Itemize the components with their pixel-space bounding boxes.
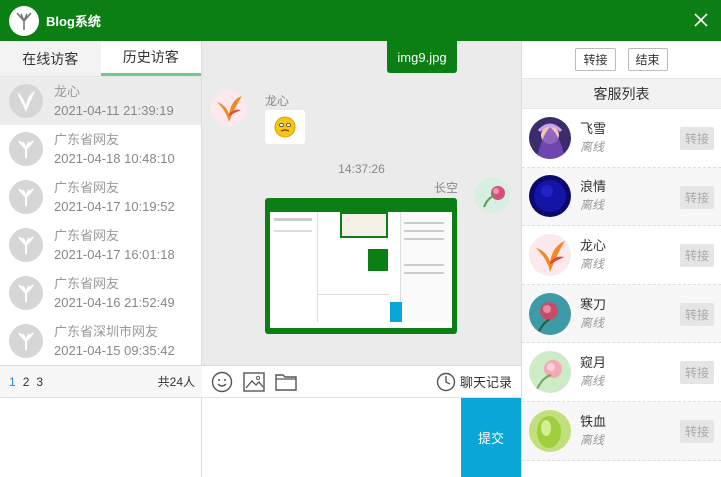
list-item: 铁血 离线 转接 (522, 401, 721, 461)
list-item: 龙心 离线 转接 (522, 226, 721, 285)
agent-name: 飞雪 (580, 120, 607, 136)
message-input[interactable] (202, 398, 461, 477)
visitor-name: 广东省网友 (54, 276, 120, 291)
visitor-time: 2021-04-15 09:35:42 (54, 343, 175, 358)
chat-toolbar: 聊天记录 (202, 365, 521, 398)
visitor-panel: 在线访客 历史访客 龙心 2021-04-11 21:39:19 广东省网友 2… (0, 41, 202, 477)
emoji-button[interactable] (210, 370, 234, 394)
avatar (529, 292, 571, 335)
message-bubble (265, 110, 305, 144)
agent-list-title: 客服列表 (522, 79, 721, 109)
visitor-time: 2021-04-16 21:52:49 (54, 295, 175, 310)
agent-transfer-button[interactable]: 转接 (679, 361, 714, 385)
transfer-button[interactable]: 转接 (575, 48, 616, 71)
visitor-time: 2021-04-17 16:01:18 (54, 247, 175, 262)
page-link-1[interactable]: 1 (9, 375, 16, 389)
visitor-tabs: 在线访客 历史访客 (0, 41, 201, 77)
agent-status: 离线 (580, 432, 605, 447)
agent-name: 窥月 (580, 355, 607, 371)
avatar (9, 180, 43, 214)
agent-name: 铁血 (580, 413, 607, 429)
avatar (9, 84, 43, 118)
agent-transfer-button[interactable]: 转接 (679, 244, 714, 268)
file-tag[interactable]: img9.jpg (387, 41, 457, 73)
emoji-icon (274, 116, 296, 138)
smile-icon (211, 371, 233, 392)
agent-name: 寒刀 (580, 296, 607, 312)
sender-name: 龙心 (265, 94, 290, 108)
visitor-time: 2021-04-17 10:19:52 (54, 199, 175, 214)
list-item: 飞雪 离线 转接 (522, 109, 721, 168)
list-item[interactable]: 广东省网友 2021-04-17 10:19:52 (0, 173, 201, 221)
avatar (211, 90, 247, 126)
agent-name: 浪情 (580, 179, 607, 195)
chat-messages: img9.jpg 龙心 14:37:26 长空 (202, 41, 521, 365)
app-logo-icon (9, 5, 39, 36)
chat-history-button[interactable]: 聊天记录 (436, 372, 512, 392)
agent-transfer-button[interactable]: 转接 (679, 185, 714, 209)
submit-button[interactable]: 提交 (461, 398, 521, 477)
visitor-name: 广东省网友 (54, 180, 120, 195)
visitor-name: 龙心 (54, 84, 81, 99)
list-item: 浪情 离线 转接 (522, 167, 721, 227)
sender-name: 长空 (434, 181, 459, 195)
agent-status: 离线 (580, 198, 605, 213)
image-upload-button[interactable] (242, 370, 266, 394)
visitor-name: 广东省网友 (54, 228, 120, 243)
list-item[interactable]: 广东省网友 2021-04-17 16:01:18 (0, 221, 201, 269)
agent-panel: 转接 结束 客服列表 飞雪 离线 转接 浪情 离线 转接 龙心 离线 转接 寒刀… (521, 41, 721, 477)
visitor-time: 2021-04-11 21:39:19 (54, 103, 174, 118)
visitor-time: 2021-04-18 10:48:10 (54, 151, 175, 166)
screenshot-thumbnail (270, 204, 452, 328)
avatar (529, 351, 571, 394)
avatar (529, 175, 571, 218)
list-item[interactable]: 广东省深圳市网友 2021-04-15 09:35:42 (0, 317, 201, 365)
title-bar: Blog系统 (0, 0, 721, 41)
list-item: 窥月 离线 转接 (522, 343, 721, 402)
avatar (9, 324, 43, 358)
agent-actions: 转接 结束 (522, 41, 721, 79)
tab-history-visitors[interactable]: 历史访客 (100, 41, 201, 76)
chat-panel: img9.jpg 龙心 14:37:26 长空 聊天记录 提交 (202, 41, 521, 477)
time-separator: 14:37:26 (338, 162, 385, 176)
avatar (529, 409, 571, 452)
agent-status: 离线 (580, 374, 605, 389)
agent-transfer-button[interactable]: 转接 (679, 127, 714, 150)
folder-icon (275, 373, 297, 391)
list-item[interactable]: 广东省网友 2021-04-18 10:48:10 (0, 125, 201, 173)
avatar (529, 116, 571, 159)
list-item[interactable]: 广东省网友 2021-04-16 21:52:49 (0, 269, 201, 317)
agent-status: 离线 (580, 256, 605, 271)
visitor-list: 龙心 2021-04-11 21:39:19 广东省网友 2021-04-18 … (0, 77, 201, 365)
avatar (529, 233, 571, 276)
avatar (474, 177, 510, 213)
image-icon (243, 371, 265, 392)
avatar (9, 132, 43, 166)
clock-icon (436, 372, 456, 391)
close-icon (694, 13, 708, 27)
agent-transfer-button[interactable]: 转接 (679, 302, 714, 326)
visitor-name: 广东省网友 (54, 132, 120, 147)
agent-transfer-button[interactable]: 转接 (679, 419, 714, 443)
visitor-name: 广东省深圳市网友 (54, 324, 159, 339)
page-link-2[interactable]: 2 (23, 375, 30, 389)
close-button[interactable] (691, 10, 711, 30)
avatar (9, 276, 43, 310)
end-button[interactable]: 结束 (627, 48, 668, 71)
visitor-total: 共24人 (157, 375, 195, 389)
image-message[interactable] (265, 198, 457, 334)
list-item[interactable]: 龙心 2021-04-11 21:39:19 (0, 77, 201, 125)
agent-name: 龙心 (580, 237, 607, 253)
agent-status: 离线 (580, 315, 605, 330)
pagination: 1 2 3 共24人 (0, 365, 202, 398)
app-title: Blog系统 (46, 14, 101, 29)
file-upload-button[interactable] (274, 370, 298, 394)
list-item: 寒刀 离线 转接 (522, 284, 721, 344)
page-link-3[interactable]: 3 (36, 375, 43, 389)
avatar (9, 228, 43, 262)
chat-history-label: 聊天记录 (459, 375, 512, 390)
agent-status: 离线 (580, 139, 605, 154)
tab-online-visitors[interactable]: 在线访客 (0, 41, 101, 76)
